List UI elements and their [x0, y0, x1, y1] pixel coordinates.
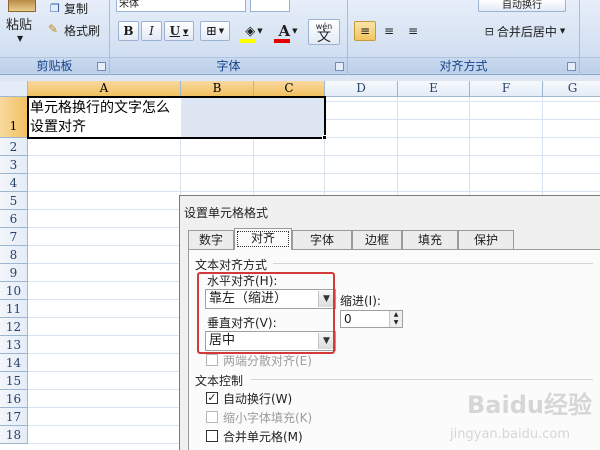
number-group-edge [580, 0, 600, 75]
align-center-button[interactable]: ≡ [378, 21, 400, 41]
alignment-group-label: 对齐方式 [348, 57, 579, 73]
column-header-g[interactable]: G [543, 81, 600, 97]
row-header-1[interactable]: 1 [0, 97, 28, 138]
highlight-annotation [197, 272, 335, 354]
merge-icon: ⊟ [484, 24, 494, 38]
text-control-section-title: 文本控制 [195, 374, 244, 388]
tab-border[interactable]: 边框 [352, 230, 402, 249]
font-launcher[interactable] [335, 62, 344, 71]
font-color-swatch [274, 39, 290, 43]
font-color-icon: A [278, 22, 291, 40]
column-header-d[interactable]: D [325, 81, 398, 97]
font-group: 宋体 B I U ▼ ⊞ ▼ ◈ ▼ A ▼ wén 文 字体 [110, 0, 348, 75]
fill-handle[interactable] [322, 135, 327, 140]
clipboard-group: 粘贴 ▼ ❐ 复制 ✎ 格式刷 剪贴板 [0, 0, 110, 75]
tab-alignment[interactable]: 对齐 [234, 228, 292, 250]
column-header-c[interactable]: C [254, 81, 325, 97]
font-group-label: 字体 [110, 57, 347, 73]
tab-font[interactable]: 字体 [292, 230, 352, 249]
clipboard-launcher[interactable] [97, 62, 106, 71]
italic-button[interactable]: I [141, 21, 162, 41]
underline-button[interactable]: U ▼ [164, 21, 194, 41]
row-header-14[interactable]: 14 [0, 354, 28, 372]
row-header-6[interactable]: 6 [0, 210, 28, 228]
font-size-box[interactable] [250, 0, 290, 12]
row-header-4[interactable]: 4 [0, 174, 28, 192]
paste-button[interactable]: 粘贴 [6, 14, 32, 33]
row-header-16[interactable]: 16 [0, 390, 28, 408]
row-header-5[interactable]: 5 [0, 192, 28, 210]
row-header-7[interactable]: 7 [0, 228, 28, 246]
indent-label: 缩进(I): [340, 294, 381, 308]
align-right-button[interactable]: ≡ [402, 21, 424, 41]
fill-bucket-icon: ◈ [245, 23, 256, 39]
row-header-11[interactable]: 11 [0, 300, 28, 318]
distributed-checkbox[interactable] [206, 354, 218, 366]
phonetic-button[interactable]: wén 文 [308, 19, 340, 45]
font-name-box[interactable]: 宋体 [116, 0, 246, 12]
alignment-launcher[interactable] [567, 62, 576, 71]
align-left-button[interactable]: ≡ [354, 21, 376, 41]
distributed-label: 两端分散对齐(E) [223, 354, 312, 368]
row-header-13[interactable]: 13 [0, 336, 28, 354]
column-header-e[interactable]: E [398, 81, 470, 97]
font-name-value: 宋体 [119, 0, 139, 10]
merge-cells-label: 合并单元格(M) [223, 430, 303, 444]
alignment-group: ≡ ≡ ≡ 自动换行 ⊟ 合并后居中 ▼ 对齐方式 [348, 0, 580, 75]
column-header-b[interactable]: B [181, 81, 254, 97]
row-header-17[interactable]: 17 [0, 408, 28, 426]
column-header-f[interactable]: F [470, 81, 543, 97]
format-painter-button[interactable]: 格式刷 [64, 22, 100, 39]
column-header-a[interactable]: A [28, 81, 181, 97]
row-header-2[interactable]: 2 [0, 138, 28, 156]
tab-fill[interactable]: 填充 [402, 230, 458, 249]
row-header-8[interactable]: 8 [0, 246, 28, 264]
row-header-12[interactable]: 12 [0, 318, 28, 336]
spinner-arrows-icon[interactable]: ▲ ▼ [389, 311, 402, 327]
wrap-text-label: 自动换行(W) [223, 392, 293, 406]
dialog-title: 设置单元格格式 [184, 206, 269, 220]
border-button[interactable]: ⊞ ▼ [200, 21, 230, 41]
shrink-to-fit-checkbox[interactable] [206, 411, 218, 423]
row-header-10[interactable]: 10 [0, 282, 28, 300]
indent-spinner[interactable]: 0 ▲ ▼ [340, 310, 403, 328]
paste-icon[interactable] [8, 0, 36, 12]
baidu-watermark: Baidu经验 [467, 391, 592, 419]
merge-cells-checkbox[interactable] [206, 430, 218, 442]
format-painter-icon: ✎ [48, 22, 59, 36]
copy-icon: ❐ [50, 2, 60, 15]
wrap-text-checkbox[interactable]: ✓ [206, 392, 218, 404]
shrink-to-fit-label: 缩小字体填充(K) [223, 411, 313, 425]
text-alignment-section-title: 文本对齐方式 [195, 258, 268, 272]
fill-color-swatch [240, 39, 256, 43]
merge-center-button[interactable]: ⊟ 合并后居中 ▼ [476, 20, 574, 42]
tab-number[interactable]: 数字 [188, 230, 234, 249]
row-header-3[interactable]: 3 [0, 156, 28, 174]
clipboard-group-label: 剪贴板 [0, 57, 109, 73]
ribbon: 粘贴 ▼ ❐ 复制 ✎ 格式刷 剪贴板 宋体 B I U ▼ ⊞ ▼ ◈ ▼ A ▼… [0, 0, 600, 75]
tab-protection[interactable]: 保护 [458, 230, 514, 249]
wrap-text-button[interactable]: 自动换行 [478, 0, 566, 12]
row-header-15[interactable]: 15 [0, 372, 28, 390]
row-header-18[interactable]: 18 [0, 426, 28, 444]
copy-button[interactable]: 复制 [64, 0, 88, 17]
baidu-watermark-url: jingyan.baidu.com [450, 427, 570, 442]
row-header-9[interactable]: 9 [0, 264, 28, 282]
selection-border [27, 96, 326, 139]
phonetic-icon: 文 [317, 29, 331, 45]
bold-button[interactable]: B [118, 21, 139, 41]
paste-dropdown-icon[interactable]: ▼ [17, 34, 23, 43]
select-all-corner[interactable] [0, 81, 28, 97]
